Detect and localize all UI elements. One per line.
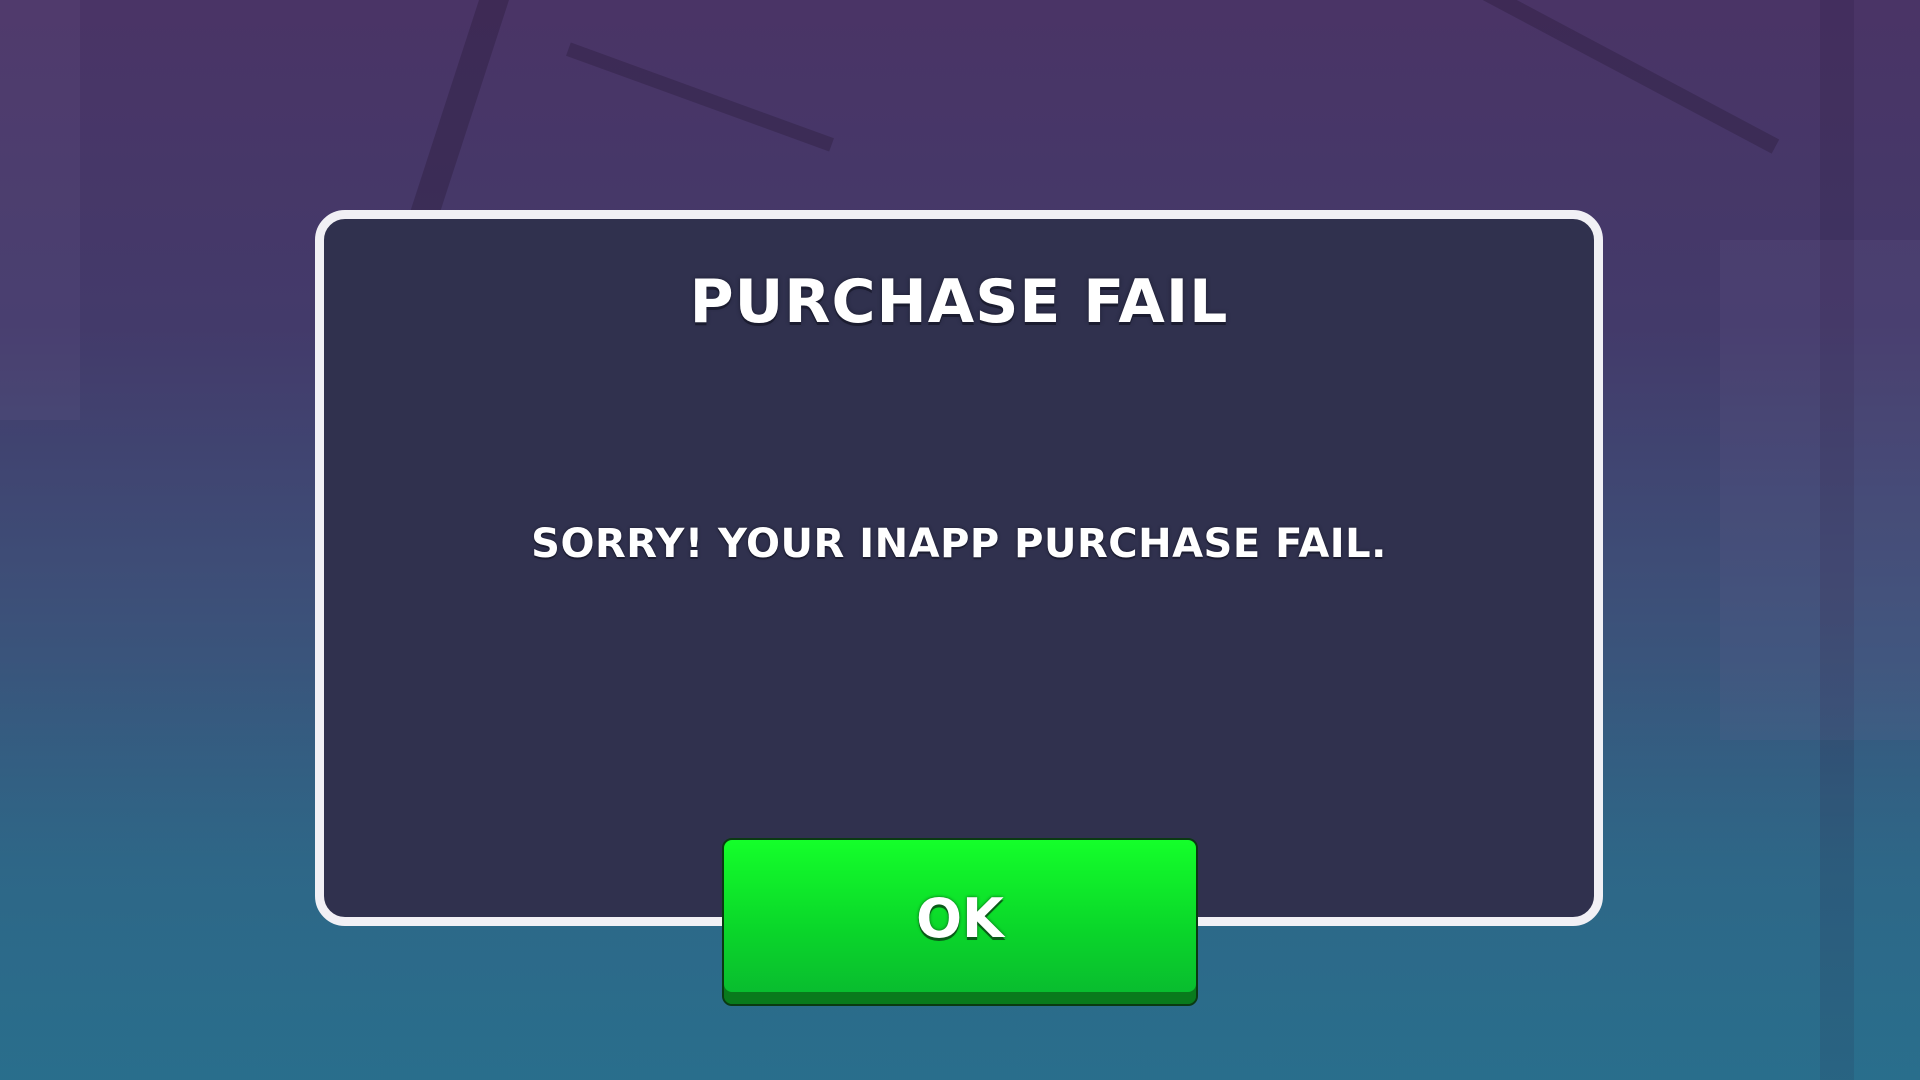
dialog-message: SORRY! YOUR INAPP PURCHASE FAIL. [531, 521, 1387, 567]
background-beam [566, 42, 834, 152]
background-beam [1400, 0, 1780, 154]
purchase-fail-dialog: PURCHASE FAIL SORRY! YOUR INAPP PURCHASE… [315, 210, 1603, 926]
background-beam [401, 0, 509, 240]
ok-button[interactable]: OK [722, 838, 1198, 1006]
ok-button-label: OK [916, 886, 1004, 950]
background-wall [0, 0, 80, 420]
dialog-title: PURCHASE FAIL [689, 267, 1229, 337]
